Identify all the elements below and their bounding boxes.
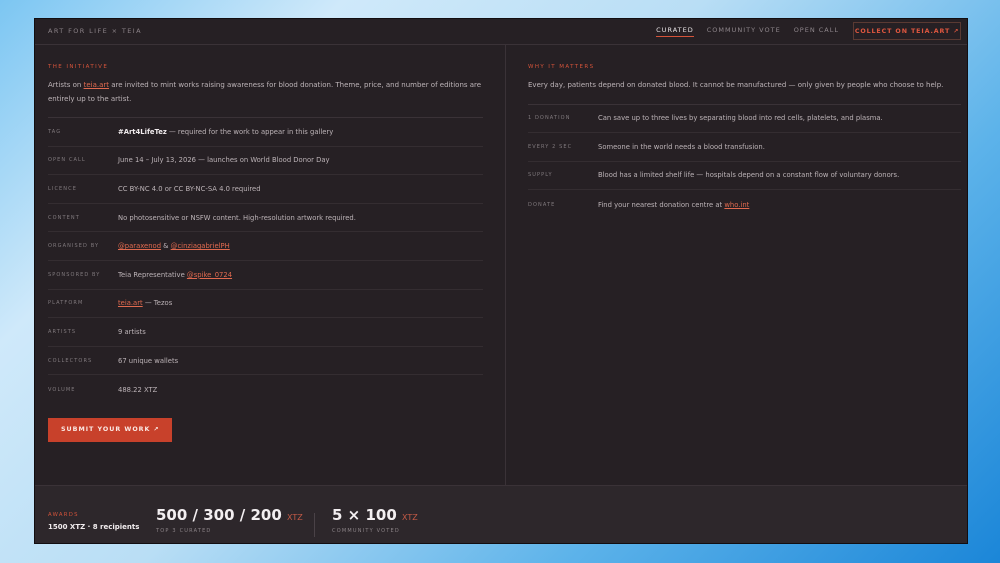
detail-key: TAG: [48, 128, 62, 135]
detail-key: PLATFORM: [48, 300, 84, 307]
tag-note: — required for the work to appear in thi…: [166, 127, 334, 136]
community-award-value: 5 × 100 XTZ: [332, 506, 418, 524]
collect-on-teia-button[interactable]: COLLECT ON TEIA.ART ↗: [853, 22, 961, 40]
nav-tabs: CURATED COMMUNITY VOTE OPEN CALL: [656, 26, 839, 37]
detail-key: VOLUME: [48, 386, 76, 393]
awards-total: 1500 XTZ · 8 recipients: [48, 523, 140, 531]
detail-key: OPEN CALL: [48, 157, 86, 164]
submit-work-button[interactable]: SUBMIT YOUR WORK ↗: [48, 417, 173, 442]
detail-row-collectors: COLLECTORS 67 unique wallets: [48, 347, 483, 376]
right-column: WHY IT MATTERS Every day, patients depen…: [528, 45, 961, 219]
currency-unit: XTZ: [402, 513, 418, 522]
fact-row: SUPPLY Blood has a limited shelf life — …: [528, 162, 961, 191]
community-amounts: 5 × 100: [332, 506, 397, 524]
ampersand: &: [161, 242, 171, 251]
detail-row-artists: ARTISTS 9 artists: [48, 318, 483, 347]
fact-value: Blood has a limited shelf life — hospita…: [598, 171, 900, 180]
facts-list: 1 DONATION Can save up to three lives by…: [528, 105, 961, 219]
fact-row: DONATE Find your nearest donation centre…: [528, 190, 961, 219]
detail-row-platform: PLATFORM teia.art — Tezos: [48, 290, 483, 319]
fact-key: SUPPLY: [528, 172, 553, 179]
collect-label: COLLECT ON TEIA.ART: [854, 27, 951, 35]
teia-link[interactable]: teia.art: [84, 81, 109, 89]
spike-link[interactable]: @spike_0724: [187, 271, 232, 279]
detail-key: SPONSORED BY: [48, 271, 101, 278]
detail-key: ARTISTS: [48, 328, 77, 335]
community-caption: COMMUNITY VOTED: [332, 528, 400, 534]
detail-row-content: CONTENT No photosensitive or NSFW conten…: [48, 204, 483, 233]
detail-key: ORGANISED BY: [48, 243, 100, 250]
detail-row-tag: TAG #Art4LifeTez — required for the work…: [48, 118, 483, 147]
detail-value: June 14 – July 13, 2026 — launches on Wo…: [118, 156, 330, 165]
currency-unit: XTZ: [287, 513, 303, 522]
donate-text: Find your nearest donation centre at: [598, 200, 725, 209]
detail-value: 488.22 XTZ: [118, 385, 158, 394]
platform-link[interactable]: teia.art: [118, 299, 143, 307]
detail-value: CC BY-NC 4.0 or CC BY-NC-SA 4.0 required: [118, 184, 261, 193]
detail-row-sponsored-by: SPONSORED BY Teia Representative @spike_…: [48, 261, 483, 290]
paraxenod-link[interactable]: @paraxenod: [118, 242, 161, 250]
curated-award-value: 500 / 300 / 200 XTZ: [156, 506, 303, 524]
brand-title: ART FOR LIFE × TEIA: [48, 27, 142, 35]
detail-value: 9 artists: [118, 327, 146, 336]
fact-key: DONATE: [528, 201, 556, 208]
curated-caption: TOP 3 CURATED: [156, 528, 212, 534]
detail-value: 67 unique wallets: [118, 356, 179, 365]
detail-row-open-call: OPEN CALL June 14 – July 13, 2026 — laun…: [48, 147, 483, 176]
detail-value: No photosensitive or NSFW content. High-…: [118, 213, 356, 222]
fact-row: EVERY 2 SEC Someone in the world needs a…: [528, 133, 961, 162]
tag-hashtag: #Art4LifeTez: [118, 127, 167, 136]
awards-footer: AWARDS 1500 XTZ · 8 recipients 500 / 300…: [35, 485, 967, 543]
detail-row-licence: LICENCE CC BY-NC 4.0 or CC BY-NC-SA 4.0 …: [48, 175, 483, 204]
detail-row-organised-by: ORGANISED BY @paraxenod & @cinziagabriel…: [48, 232, 483, 261]
fact-value: Someone in the world needs a blood trans…: [598, 142, 765, 151]
tab-open-call[interactable]: OPEN CALL: [794, 26, 839, 37]
detail-key: LICENCE: [48, 185, 78, 192]
detail-row-volume: VOLUME 488.22 XTZ: [48, 375, 483, 404]
left-column: THE INITIATIVE Artists on teia.art are i…: [48, 45, 483, 442]
detail-value: Teia Representative @spike_0724: [118, 271, 232, 279]
submit-label: SUBMIT YOUR WORK: [61, 426, 151, 434]
fact-row: 1 DONATION Can save up to three lives by…: [528, 105, 961, 134]
tab-community-vote[interactable]: COMMUNITY VOTE: [707, 26, 781, 37]
why-title: WHY IT MATTERS: [528, 64, 595, 70]
detail-value: teia.art — Tezos: [118, 299, 172, 307]
fact-key: EVERY 2 SEC: [528, 143, 573, 150]
app-window: ART FOR LIFE × TEIA CURATED COMMUNITY VO…: [34, 18, 968, 544]
platform-text: — Tezos: [142, 299, 173, 308]
details-list: TAG #Art4LifeTez — required for the work…: [48, 118, 483, 404]
fact-value: Can save up to three lives by separating…: [598, 114, 883, 123]
tab-curated[interactable]: CURATED: [656, 26, 694, 37]
detail-key: COLLECTORS: [48, 357, 93, 364]
awards-label: AWARDS: [48, 512, 79, 518]
why-text: Every day, patients depend on donated bl…: [528, 81, 944, 89]
fact-key: 1 DONATION: [528, 115, 571, 122]
curated-amounts: 500 / 300 / 200: [156, 506, 282, 524]
column-divider: [505, 45, 506, 485]
fact-value: Find your nearest donation centre at who…: [598, 201, 749, 209]
initiative-text: Artists on teia.art are invited to mint …: [48, 79, 483, 106]
initiative-text-start: Artists on: [48, 81, 84, 89]
detail-value: #Art4LifeTez — required for the work to …: [118, 128, 333, 136]
top-bar: ART FOR LIFE × TEIA CURATED COMMUNITY VO…: [35, 19, 967, 45]
who-link[interactable]: who.int: [724, 201, 749, 209]
initiative-title: THE INITIATIVE: [48, 64, 109, 70]
detail-value: @paraxenod & @cinziagabrielPH: [118, 242, 230, 250]
detail-key: CONTENT: [48, 214, 80, 221]
initiative-text-end: are invited to mint works raising awaren…: [48, 81, 482, 103]
sponsor-text: Teia Representative: [118, 270, 187, 279]
footer-divider: [314, 513, 315, 537]
arrow-up-right-icon: ↗: [953, 27, 960, 35]
arrow-up-right-icon: ↗: [153, 426, 160, 434]
cinziagabrielph-link[interactable]: @cinziagabrielPH: [171, 242, 230, 250]
